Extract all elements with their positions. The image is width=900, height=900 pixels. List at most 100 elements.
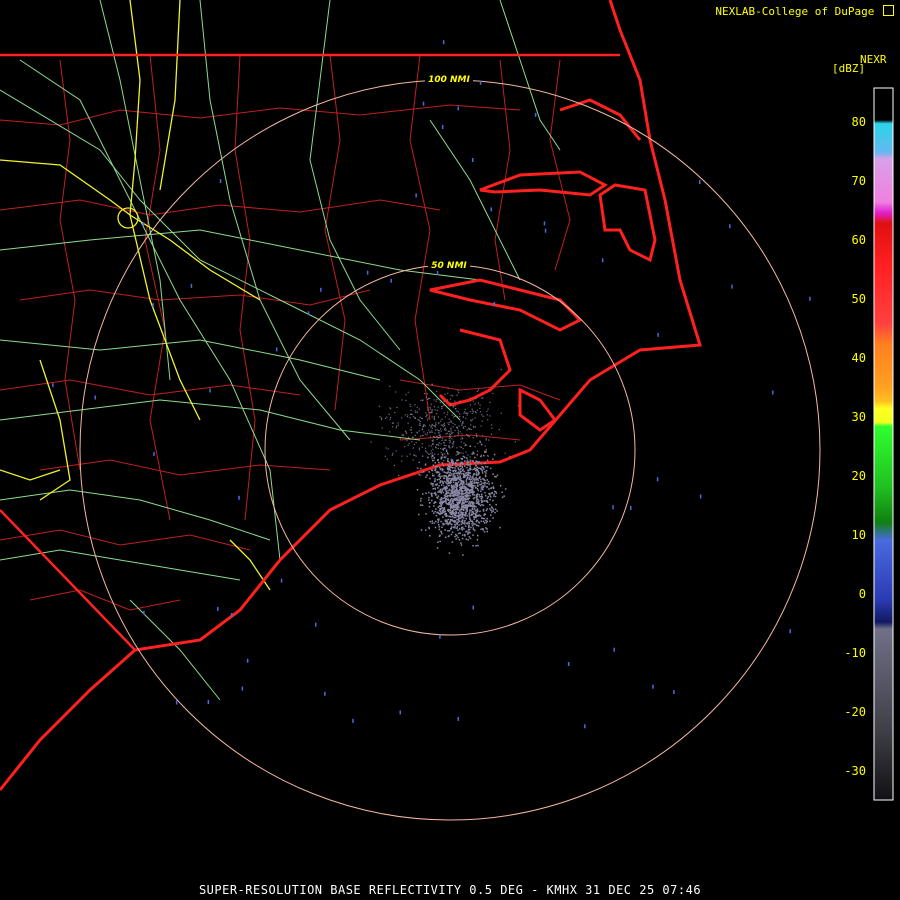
echo-speck bbox=[414, 410, 416, 412]
echo-speck bbox=[444, 496, 446, 498]
echo-speck bbox=[461, 506, 463, 509]
echo-speck bbox=[418, 473, 420, 476]
echo-speck bbox=[392, 453, 394, 455]
echo-speck bbox=[401, 399, 403, 401]
echo-speck bbox=[466, 414, 468, 416]
echo-speck bbox=[461, 537, 464, 540]
echo-speck bbox=[478, 514, 481, 516]
echo-speck bbox=[463, 528, 465, 530]
echo-speck bbox=[731, 284, 733, 289]
echo-speck bbox=[459, 510, 461, 512]
echo-speck bbox=[441, 453, 444, 456]
echo-speck bbox=[454, 526, 456, 528]
echo-speck bbox=[430, 456, 432, 458]
echo-speck bbox=[429, 535, 431, 537]
echo-speck bbox=[451, 541, 454, 543]
echo-speck bbox=[442, 507, 445, 510]
external-link-icon[interactable] bbox=[883, 5, 894, 16]
echo-speck bbox=[427, 452, 429, 454]
echo-speck bbox=[472, 534, 474, 536]
echo-speck bbox=[446, 520, 448, 523]
echo-speck bbox=[448, 430, 450, 433]
echo-speck bbox=[428, 445, 430, 447]
echo-speck bbox=[430, 411, 432, 414]
echo-speck bbox=[439, 437, 441, 439]
echo-speck bbox=[460, 497, 463, 500]
echo-speck bbox=[475, 545, 477, 547]
echo-speck bbox=[432, 424, 434, 427]
echo-speck bbox=[460, 480, 463, 482]
echo-speck bbox=[481, 435, 484, 437]
echo-speck bbox=[448, 433, 450, 435]
echo-speck bbox=[440, 458, 443, 460]
echo-speck bbox=[420, 467, 422, 470]
echo-speck bbox=[450, 394, 452, 396]
echo-speck bbox=[445, 492, 448, 494]
echo-speck bbox=[477, 525, 480, 527]
echo-speck bbox=[443, 484, 445, 486]
echo-speck bbox=[454, 524, 456, 526]
echo-speck bbox=[404, 414, 406, 416]
echo-speck bbox=[440, 424, 442, 426]
echo-speck bbox=[428, 471, 430, 473]
echo-speck bbox=[476, 434, 478, 437]
echo-speck bbox=[458, 532, 460, 535]
echo-speck bbox=[468, 521, 470, 523]
echo-speck bbox=[436, 547, 439, 549]
echo-speck bbox=[486, 501, 489, 503]
echo-speck bbox=[380, 417, 382, 419]
echo-speck bbox=[451, 414, 453, 416]
echo-speck bbox=[450, 466, 453, 468]
echo-speck bbox=[425, 492, 427, 494]
echo-speck bbox=[463, 474, 465, 476]
echo-speck bbox=[483, 513, 486, 515]
echo-speck bbox=[422, 101, 425, 106]
echo-speck bbox=[442, 464, 445, 467]
echo-speck bbox=[448, 482, 450, 485]
echo-speck bbox=[451, 432, 453, 434]
echo-speck bbox=[445, 490, 447, 492]
echo-speck bbox=[441, 469, 444, 472]
echo-speck bbox=[479, 407, 481, 409]
echo-speck bbox=[420, 474, 422, 476]
echo-speck bbox=[447, 460, 449, 463]
echo-speck bbox=[443, 404, 445, 406]
echo-speck bbox=[395, 427, 397, 429]
echo-speck bbox=[476, 462, 479, 464]
echo-speck bbox=[452, 461, 454, 464]
echo-speck bbox=[449, 506, 452, 508]
echo-speck bbox=[465, 480, 467, 482]
echo-speck bbox=[450, 473, 453, 475]
echo-speck bbox=[476, 453, 479, 455]
echo-speck bbox=[444, 514, 446, 516]
echo-speck bbox=[476, 470, 478, 472]
echo-speck bbox=[451, 438, 453, 440]
echo-speck bbox=[486, 459, 489, 462]
echo-speck bbox=[458, 497, 461, 499]
echo-speck bbox=[452, 516, 455, 519]
echo-speck bbox=[427, 417, 429, 419]
echo-speck bbox=[446, 515, 448, 517]
echo-speck bbox=[435, 413, 438, 415]
echo-speck bbox=[415, 193, 417, 198]
echo-speck bbox=[474, 485, 476, 487]
echo-speck bbox=[429, 520, 431, 523]
echo-speck bbox=[443, 487, 445, 489]
echo-speck bbox=[448, 515, 450, 517]
echo-speck bbox=[437, 541, 439, 543]
colorbar-tick: 70 bbox=[851, 174, 866, 188]
echo-speck bbox=[415, 411, 417, 414]
echo-speck bbox=[475, 460, 477, 462]
echo-speck bbox=[439, 434, 441, 436]
echo-speck bbox=[464, 408, 466, 410]
echo-speck bbox=[474, 417, 476, 419]
echo-speck bbox=[434, 510, 436, 513]
echo-speck bbox=[472, 486, 474, 489]
echo-speck bbox=[453, 506, 456, 508]
echo-speck bbox=[468, 536, 471, 538]
echo-speck bbox=[451, 513, 453, 515]
echo-speck bbox=[457, 411, 459, 413]
echo-speck bbox=[461, 465, 463, 468]
echo-speck bbox=[444, 480, 446, 483]
echo-speck bbox=[488, 439, 490, 441]
